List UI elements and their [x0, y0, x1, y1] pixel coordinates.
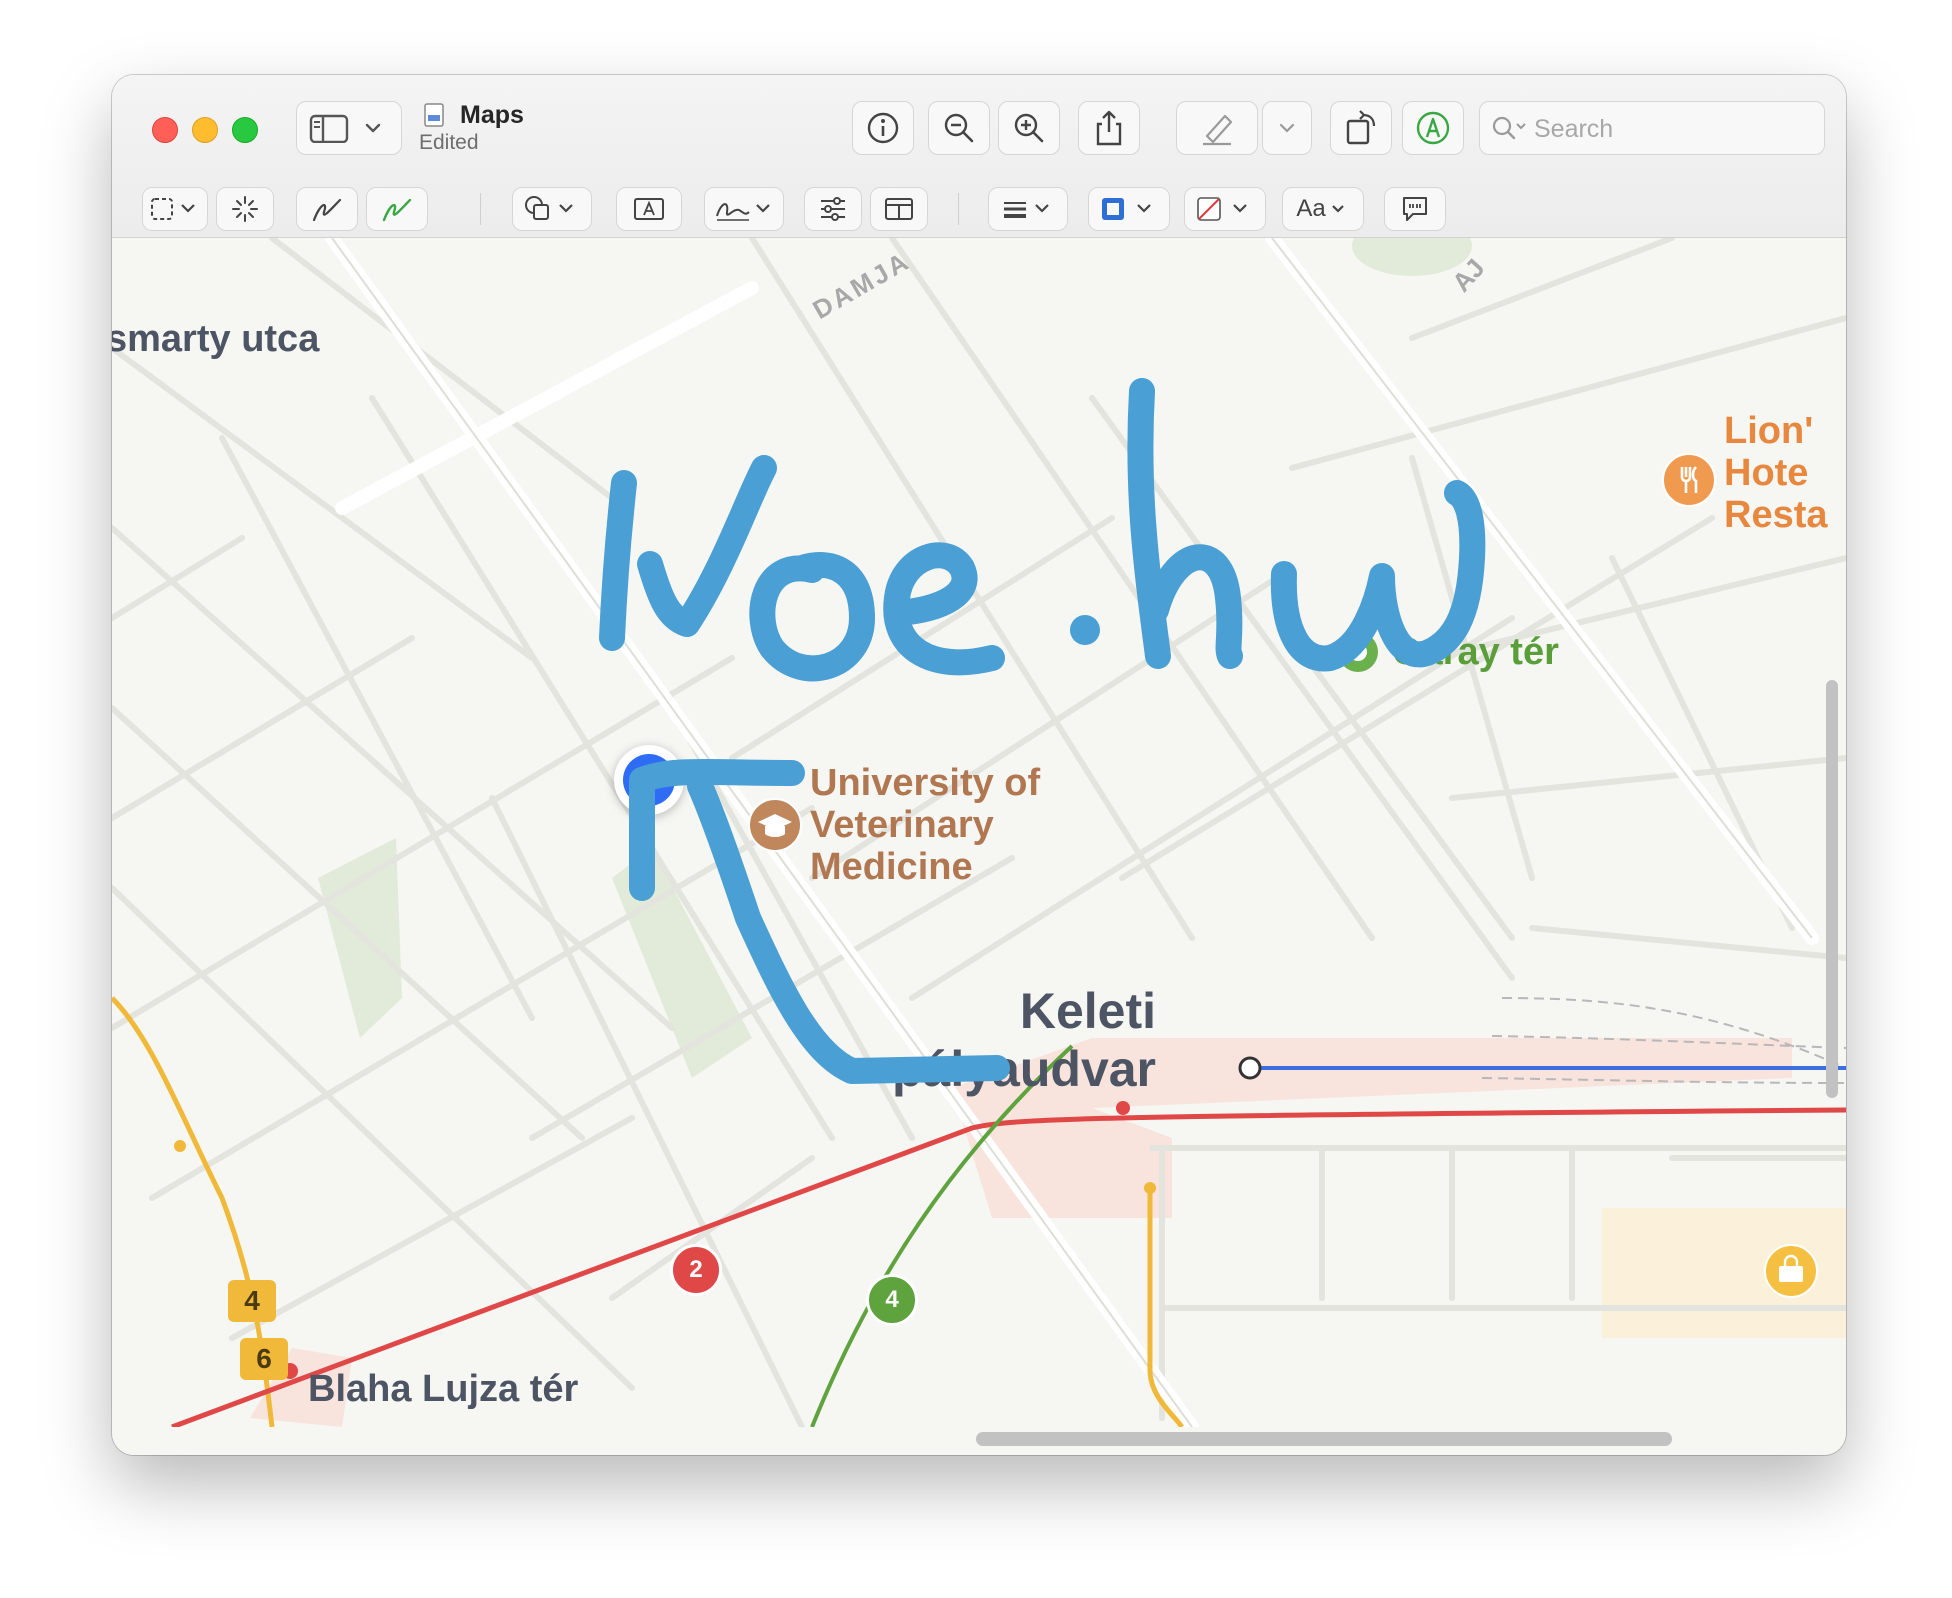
- search-icon: [1492, 116, 1526, 140]
- handwritten-annotation: [599, 378, 1486, 1084]
- selection-tool-button[interactable]: [142, 187, 208, 231]
- info-icon: [867, 112, 899, 144]
- line-style-icon: [1004, 202, 1049, 218]
- draw-icon: [382, 198, 412, 222]
- markup-icon: [1416, 111, 1450, 145]
- instant-alpha-button[interactable]: [216, 187, 274, 231]
- text-style-button[interactable]: Aa: [1282, 187, 1364, 231]
- sketch-icon: [312, 198, 342, 222]
- rotate-button[interactable]: [1330, 101, 1392, 155]
- zoom-out-button[interactable]: [928, 101, 990, 155]
- border-color-button[interactable]: [1088, 187, 1170, 231]
- search-field[interactable]: Search: [1479, 101, 1825, 155]
- adjust-color-button[interactable]: [804, 187, 862, 231]
- fill-color-button[interactable]: [1184, 187, 1266, 231]
- sidebar-icon: [309, 114, 381, 143]
- chevron-down-icon: [1279, 123, 1295, 133]
- signature-icon: [716, 203, 770, 221]
- text-box-icon: [634, 198, 664, 220]
- border-color-icon: [1102, 198, 1151, 220]
- draw-tool-button[interactable]: [366, 187, 428, 231]
- zoom-in-button[interactable]: [998, 101, 1060, 155]
- zoom-in-icon: [1014, 113, 1044, 143]
- sliders-icon: [821, 197, 845, 221]
- chevron-down-icon: [1331, 205, 1344, 213]
- search-placeholder: Search: [1534, 115, 1614, 143]
- zoom-out-icon: [944, 113, 974, 143]
- shapes-button[interactable]: [512, 187, 592, 231]
- horizontal-scrollbar[interactable]: [976, 1432, 1672, 1446]
- share-icon: [1096, 110, 1122, 146]
- toolbar-separator: [480, 193, 481, 225]
- resize-icon: [885, 198, 913, 220]
- text-style-label: Aa: [1296, 195, 1326, 222]
- document-title: Maps: [460, 101, 524, 129]
- map-canvas[interactable]: smarty utca DAMJA AJ Lion' Hote Resta Ga…: [112, 238, 1846, 1427]
- magic-wand-icon: [232, 196, 258, 222]
- titlebar: Maps Edited Search Aa: [112, 75, 1846, 238]
- document-icon: [424, 103, 444, 127]
- shapes-icon: [525, 196, 573, 220]
- text-box-button[interactable]: [616, 187, 682, 231]
- document-status: Edited: [419, 131, 479, 154]
- markup-pen-menu-button[interactable]: [1262, 101, 1312, 155]
- speech-bubble-icon: [1403, 197, 1427, 221]
- signature-button[interactable]: [704, 187, 784, 231]
- rotate-icon: [1346, 110, 1376, 145]
- adjust-size-button[interactable]: [870, 187, 928, 231]
- highlighter-icon: [1203, 114, 1233, 146]
- share-button[interactable]: [1078, 101, 1140, 155]
- markup-button[interactable]: [1402, 101, 1464, 155]
- zoom-window-button[interactable]: [232, 117, 258, 143]
- info-button[interactable]: [852, 101, 914, 155]
- annotate-button[interactable]: [1384, 187, 1446, 231]
- fill-color-none-icon: [1197, 197, 1247, 221]
- preview-window: Maps Edited Search Aa smarty utca DAMJA …: [112, 75, 1846, 1455]
- markup-pen-button[interactable]: [1176, 101, 1258, 155]
- sidebar-toggle-button[interactable]: [296, 101, 402, 155]
- minimize-window-button[interactable]: [192, 117, 218, 143]
- shape-style-button[interactable]: [988, 187, 1068, 231]
- close-window-button[interactable]: [152, 117, 178, 143]
- toolbar-separator: [958, 193, 959, 225]
- rectangular-selection-icon: [151, 198, 195, 220]
- vertical-scrollbar[interactable]: [1826, 680, 1838, 1098]
- sketch-tool-button[interactable]: [296, 187, 358, 231]
